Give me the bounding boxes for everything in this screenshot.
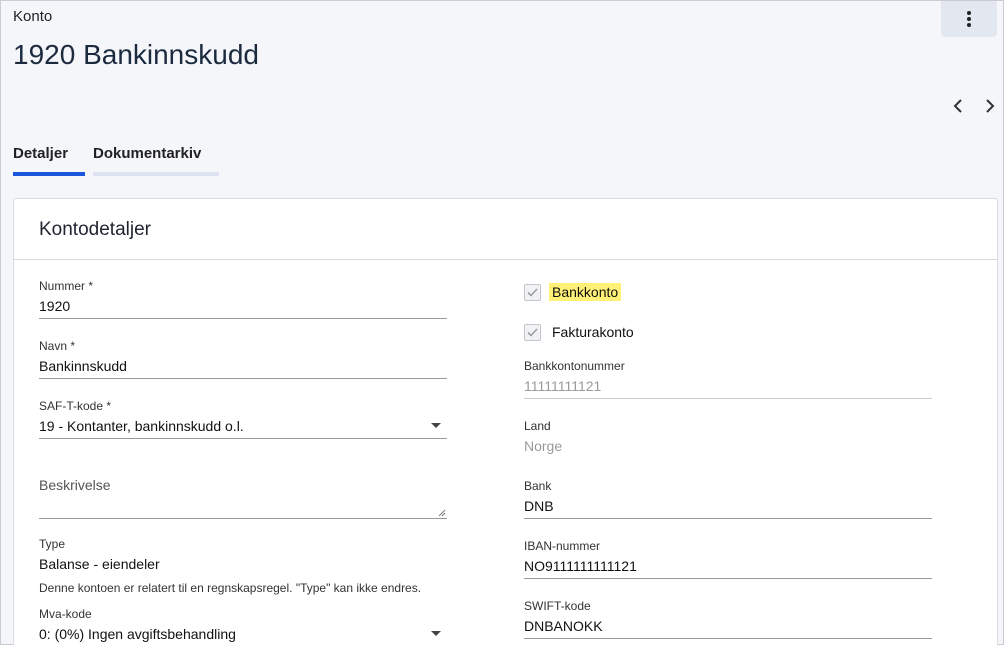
navn-field: Navn * Bankinnskudd	[39, 339, 447, 379]
iban-field: IBAN-nummer NO9111111111121	[524, 539, 932, 579]
bankkonto-checkbox-row[interactable]: Bankkonto	[524, 283, 622, 301]
saft-label: SAF-T-kode *	[39, 399, 112, 413]
type-field: Type Balanse - eiendeler Denne kontoen e…	[39, 537, 459, 595]
mva-label: Mva-kode	[39, 607, 92, 621]
iban-label: IBAN-nummer	[524, 539, 601, 553]
iban-input[interactable]: NO9111111111121	[524, 557, 932, 579]
mva-value: 0: (0%) Ingen avgiftsbehandling	[39, 626, 236, 642]
tab-dokumentarkiv[interactable]: Dokumentarkiv	[93, 145, 219, 176]
saft-select[interactable]: 19 - Kontanter, bankinnskudd o.l.	[39, 417, 447, 439]
type-hint: Denne kontoen er relatert til en regnska…	[39, 581, 422, 595]
fakturakonto-checkbox-row[interactable]: Fakturakonto	[524, 323, 637, 341]
more-options-button[interactable]	[941, 1, 997, 37]
nummer-label: Nummer *	[39, 279, 94, 293]
fakturakonto-label: Fakturakonto	[552, 324, 634, 340]
mva-field: Mva-kode 0: (0%) Ingen avgiftsbehandling	[39, 607, 447, 645]
checkmark-icon	[527, 287, 538, 297]
tab-bar: Detaljer Dokumentarkiv	[13, 145, 219, 176]
mva-select[interactable]: 0: (0%) Ingen avgiftsbehandling	[39, 625, 447, 645]
swift-input[interactable]: DNBANOKK	[524, 617, 932, 639]
breadcrumb: Konto	[13, 8, 53, 25]
bankkonto-checkbox[interactable]	[524, 283, 541, 301]
tab-detaljer[interactable]: Detaljer	[13, 145, 85, 176]
more-vertical-icon	[967, 11, 971, 27]
navn-label: Navn *	[39, 339, 76, 353]
dropdown-caret-icon	[431, 423, 441, 428]
nummer-input[interactable]: 1920	[39, 297, 447, 319]
bankkontonummer-field: Bankkontonummer 11111111121	[524, 359, 932, 399]
resize-grip-icon[interactable]	[438, 509, 446, 517]
saft-field: SAF-T-kode * 19 - Kontanter, bankinnskud…	[39, 399, 447, 439]
fakturakonto-checkbox[interactable]	[524, 323, 541, 341]
bank-field: Bank DNB	[524, 479, 932, 519]
previous-record-button[interactable]	[947, 95, 969, 117]
type-label: Type	[39, 537, 66, 551]
page-title: 1920 Bankinnskudd	[13, 39, 259, 70]
dropdown-caret-icon	[431, 631, 441, 636]
navn-input[interactable]: Bankinnskudd	[39, 357, 447, 379]
checkmark-icon	[527, 327, 538, 337]
beskrivelse-field: Beskrivelse	[39, 477, 447, 519]
land-field: Land Norge	[524, 419, 932, 459]
swift-label: SWIFT-kode	[524, 599, 591, 613]
next-record-button[interactable]	[979, 95, 1001, 117]
land-value: Norge	[524, 438, 563, 454]
bankkonto-label: Bankkonto	[549, 283, 622, 301]
bankkontonummer-label: Bankkontonummer	[524, 359, 625, 373]
chevron-right-icon	[986, 99, 995, 113]
bank-input[interactable]: DNB	[524, 497, 932, 519]
swift-field: SWIFT-kode DNBANOKK	[524, 599, 932, 639]
nummer-field: Nummer * 1920	[39, 279, 447, 319]
type-value: Balanse - eiendeler	[39, 556, 160, 572]
beskrivelse-label: Beskrivelse	[39, 477, 111, 493]
saft-value: 19 - Kontanter, bankinnskudd o.l.	[39, 418, 244, 434]
bank-label: Bank	[524, 479, 552, 493]
bankkontonummer-input: 11111111121	[524, 377, 932, 399]
card-title: Kontodetaljer	[14, 199, 997, 260]
land-label: Land	[524, 419, 551, 433]
account-details-card: Kontodetaljer Nummer * 1920 Navn * Banki…	[13, 198, 998, 645]
beskrivelse-textarea[interactable]	[39, 497, 447, 519]
chevron-left-icon	[953, 99, 962, 113]
